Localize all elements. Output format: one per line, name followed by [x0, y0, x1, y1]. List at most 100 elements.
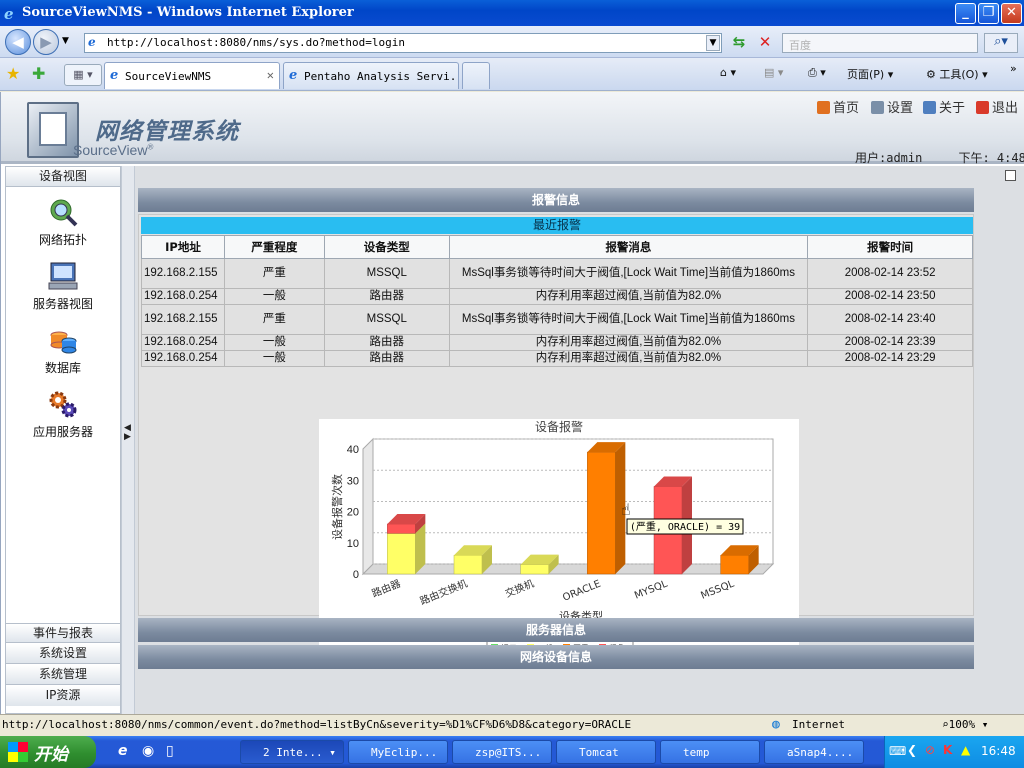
- sidebar-menu-ip-resources[interactable]: IP资源: [6, 686, 120, 706]
- minimize-button[interactable]: _: [955, 3, 976, 24]
- back-button[interactable]: ◀: [5, 29, 31, 55]
- keyboard-icon[interactable]: ⌨: [889, 744, 906, 758]
- settings-link-icon: [871, 101, 884, 114]
- cell-time: 2008-02-14 23:29: [807, 350, 973, 367]
- table-row[interactable]: 192.168.0.254 一般 路由器 内存利用率超过阀值,当前值为82.0%…: [141, 288, 973, 305]
- quicklaunch-browser-icon[interactable]: ◉: [142, 743, 154, 759]
- cell-severity: 严重: [223, 258, 325, 289]
- user-info: 用户:admin 下午: 4:48:51: [855, 149, 1024, 166]
- sidebar-item-database[interactable]: 数据库: [6, 325, 120, 376]
- task-temp-folder[interactable]: temp: [660, 740, 760, 764]
- network-device-section-header[interactable]: 网络设备信息: [138, 645, 974, 669]
- bar: [387, 523, 416, 534]
- y-tick-label: 30: [347, 475, 359, 487]
- new-tab-button[interactable]: [462, 62, 490, 89]
- y-tick-label: 40: [347, 444, 359, 456]
- user-label: 用户:admin: [855, 151, 923, 165]
- address-input[interactable]: http://localhost:8080/nms/sys.do?method=…: [84, 33, 722, 53]
- server-view-icon: [48, 262, 78, 290]
- table-header-row: IP地址 严重程度 设备类型 报警消息 报警时间: [141, 235, 973, 259]
- logo-subtitle: SourceView®: [73, 142, 154, 158]
- task-myeclipse[interactable]: MyEclip...: [348, 740, 448, 764]
- server-info-section-header[interactable]: 服务器信息: [138, 618, 974, 642]
- cell-message: 内存利用率超过阀值,当前值为82.0%: [448, 334, 809, 351]
- table-row[interactable]: 192.168.0.254 一般 路由器 内存利用率超过阀值,当前值为82.0%…: [141, 334, 973, 351]
- task-internet-explorer[interactable]: 2 Inte... ▾: [240, 740, 344, 764]
- network-topology-icon: [50, 199, 78, 227]
- more-commands-icon[interactable]: »: [1010, 62, 1017, 75]
- app-header: 网络管理系统 SourceView® 首页 设置 关于 退出 用户:admin …: [1, 92, 1024, 166]
- sidebar-header-device-view[interactable]: 设备视图: [6, 167, 120, 187]
- plot-wall: [362, 437, 374, 576]
- collapse-left-icon[interactable]: ◀ ▶: [124, 424, 131, 442]
- forward-button[interactable]: ▶: [33, 29, 59, 55]
- x-tick-label: MYSQL: [633, 578, 670, 601]
- table-row[interactable]: 192.168.2.155 严重 MSSQL MsSql事务锁等待时间大于阀值,…: [141, 304, 973, 335]
- home-link[interactable]: 首页: [817, 97, 859, 116]
- cell-type: 路由器: [323, 334, 450, 351]
- tray-k-icon[interactable]: K: [943, 743, 952, 757]
- page-content: 网络管理系统 SourceView® 首页 设置 关于 退出 用户:admin …: [0, 92, 1024, 714]
- print-icon[interactable]: ⎙ ▾: [808, 66, 826, 80]
- y-tick-label: 10: [347, 538, 359, 550]
- tab-label: Pentaho Analysis Servi...: [304, 70, 459, 83]
- sidebar-menu-system-management[interactable]: 系统管理: [6, 665, 120, 685]
- warning-icon[interactable]: ▲: [961, 743, 970, 757]
- column-header-message: 报警消息: [448, 235, 809, 259]
- table-row[interactable]: 192.168.2.155 严重 MSSQL MsSql事务锁等待时间大于阀值,…: [141, 258, 973, 289]
- feeds-icon[interactable]: ▤ ▾: [764, 66, 783, 79]
- sidebar-menu-events-reports[interactable]: 事件与报表: [6, 623, 120, 643]
- settings-link[interactable]: 设置: [871, 97, 913, 116]
- tools-menu-label: 工具(O): [939, 68, 979, 81]
- home-icon[interactable]: ⌂ ▾: [720, 66, 736, 79]
- history-dropdown-icon[interactable]: ▼: [62, 36, 69, 46]
- status-url: http://localhost:8080/nms/common/event.d…: [2, 718, 632, 731]
- home-link-label: 首页: [833, 101, 860, 116]
- y-tick-label: 20: [347, 507, 359, 519]
- add-favorite-icon[interactable]: ✚: [32, 64, 45, 83]
- tab-pentaho[interactable]: e Pentaho Analysis Servi...: [283, 62, 459, 89]
- start-button[interactable]: 开始: [0, 736, 96, 768]
- cell-ip: 192.168.0.254: [141, 334, 225, 351]
- sidebar-item-network-topology[interactable]: 网络拓扑: [6, 197, 120, 248]
- sidebar-menu-system-settings[interactable]: 系统设置: [6, 644, 120, 664]
- search-icon[interactable]: ⌕▾: [984, 33, 1018, 53]
- system-tray: ⌨ ❮ ⊘ K ▲ 16:48: [884, 736, 1024, 768]
- stop-icon[interactable]: ✕: [755, 33, 775, 53]
- quicklaunch-ie-icon[interactable]: e: [118, 743, 128, 759]
- task-asnap[interactable]: aSnap4....: [764, 740, 864, 764]
- address-dropdown-icon[interactable]: ▼: [706, 35, 720, 51]
- task-terminal[interactable]: zsp@ITS...: [452, 740, 552, 764]
- sidebar-item-app-server[interactable]: 应用服务器: [6, 389, 120, 440]
- task-tomcat[interactable]: Tomcat: [556, 740, 656, 764]
- refresh-icon[interactable]: ⇆: [729, 33, 749, 53]
- tools-menu[interactable]: ⚙ 工具(O) ▾: [926, 66, 988, 82]
- close-button[interactable]: ✕: [1001, 3, 1022, 24]
- chart-title: 设备报警: [535, 419, 583, 434]
- about-link[interactable]: 关于: [923, 97, 965, 116]
- main-panel: 报警信息 最近报警 IP地址 严重程度 设备类型 报警消息 报警时间 192.1…: [135, 166, 1024, 714]
- page-menu[interactable]: 页面(P) ▾: [847, 66, 893, 82]
- search-input[interactable]: 百度: [782, 33, 978, 53]
- tab-sourceviewnms[interactable]: e SourceViewNMS ✕: [104, 62, 280, 89]
- close-tab-icon[interactable]: ✕: [267, 68, 274, 82]
- maximize-panel-icon[interactable]: [1005, 170, 1016, 181]
- x-tick-label: MSSQL: [699, 578, 736, 601]
- favorites-star-icon[interactable]: ★: [6, 64, 20, 83]
- sidebar-item-server-view[interactable]: 服务器视图: [6, 261, 120, 312]
- cell-severity: 一般: [223, 350, 325, 367]
- home-link-icon: [817, 101, 830, 114]
- tray-expand-icon[interactable]: ❮: [907, 743, 917, 757]
- maximize-button[interactable]: ❐: [978, 3, 999, 24]
- table-row[interactable]: 192.168.0.254 一般 路由器 内存利用率超过阀值,当前值为82.0%…: [141, 350, 973, 367]
- cell-ip: 192.168.0.254: [141, 288, 225, 305]
- quick-tabs-icon[interactable]: ▦ ▾: [64, 64, 102, 86]
- bar: [387, 533, 416, 575]
- alerts-table: IP地址 严重程度 设备类型 报警消息 报警时间 192.168.2.155 严…: [141, 235, 973, 367]
- quicklaunch-doc-icon[interactable]: ▯: [166, 743, 174, 759]
- alert-section-header[interactable]: 报警信息: [138, 188, 974, 212]
- antivirus-icon[interactable]: ⊘: [925, 743, 935, 757]
- logout-link[interactable]: 退出: [976, 97, 1018, 116]
- zoom-control[interactable]: ⌕100% ▾: [942, 718, 988, 731]
- sidebar-splitter[interactable]: ◀ ▶: [121, 166, 135, 714]
